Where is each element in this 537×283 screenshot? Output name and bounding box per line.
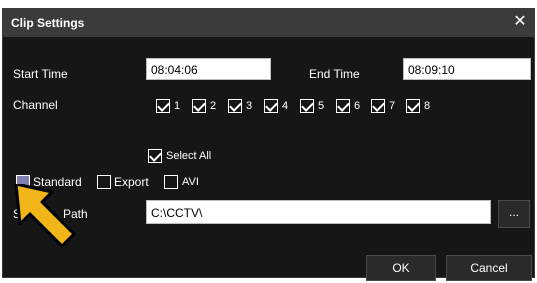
select-all-label: Select All [166,150,212,162]
channel-4-label: 4 [282,100,289,112]
title-bar: Clip Settings ✕ [3,9,534,37]
browse-button[interactable]: ... [498,200,530,228]
channel-3-checkbox[interactable] [228,99,242,113]
channel-5-label: 5 [318,100,325,112]
avi-option[interactable] [164,175,178,189]
channel-label: Channel [13,98,58,112]
end-time-field[interactable]: 08:09:10 [403,58,531,80]
start-time-field[interactable]: 08:04:06 [146,58,271,80]
start-time-label: Start Time [13,67,68,81]
close-icon[interactable]: ✕ [510,12,530,32]
dialog-title: Clip Settings [11,16,85,30]
channel-4-checkbox[interactable] [264,99,278,113]
storage-path-field[interactable]: C:\CCTV\ [146,200,491,224]
channel-1-label: 1 [174,100,181,112]
channel-8-label: 8 [424,100,431,112]
export-option[interactable] [97,175,111,189]
end-time-label: End Time [309,67,360,81]
select-all-checkbox[interactable] [148,149,162,163]
channel-3-label: 3 [246,100,253,112]
ok-button[interactable]: OK [366,255,436,281]
channel-2-label: 2 [210,100,217,112]
pointer-arrow-icon [14,184,76,248]
channel-8-checkbox[interactable] [406,99,420,113]
avi-label: AVI [182,176,199,188]
cancel-button[interactable]: Cancel [446,255,532,281]
channel-6-label: 6 [354,100,361,112]
channel-7-checkbox[interactable] [371,99,385,113]
channel-6-checkbox[interactable] [336,99,350,113]
channel-1-checkbox[interactable] [156,99,170,113]
export-label: Export [114,175,149,189]
channel-5-checkbox[interactable] [300,99,314,113]
channel-7-label: 7 [389,100,396,112]
channel-2-checkbox[interactable] [192,99,206,113]
